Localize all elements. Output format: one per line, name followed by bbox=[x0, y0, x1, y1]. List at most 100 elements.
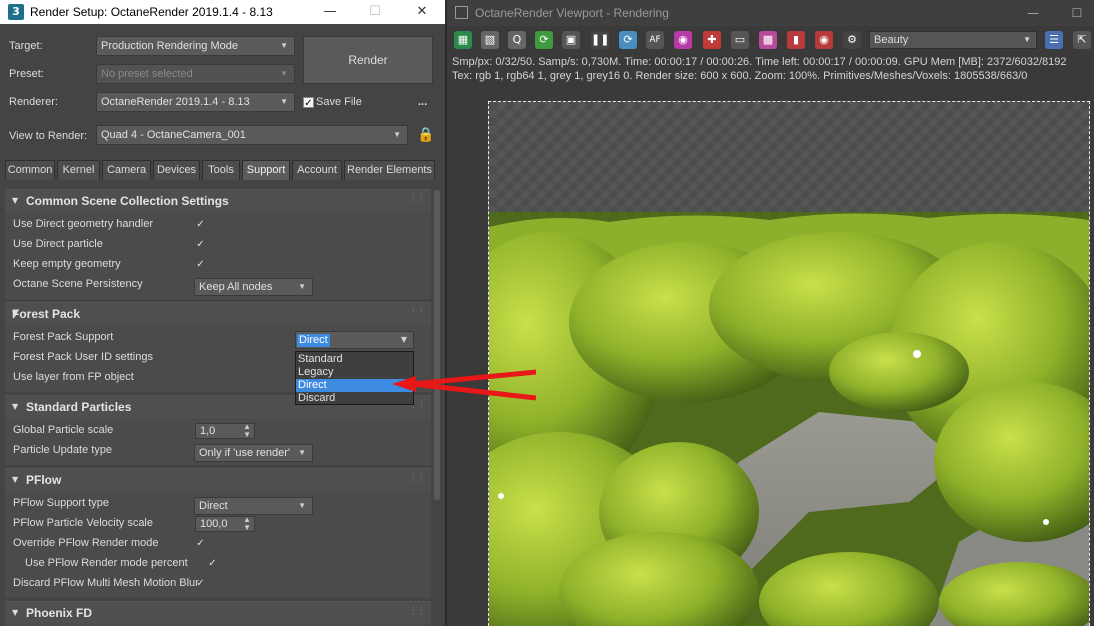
scene-persistency-dropdown[interactable]: Keep All nodes ▼ bbox=[194, 278, 313, 296]
save-file-label: Save File bbox=[316, 96, 362, 108]
phoenix-fd-section: ▼ Phoenix FD ⋮⋮ bbox=[5, 601, 431, 626]
use-direct-geometry-checkbox[interactable]: ✓ bbox=[195, 219, 206, 230]
pflow-support-type-value: Direct bbox=[199, 500, 228, 512]
camera-icon[interactable]: ▦ bbox=[454, 31, 472, 49]
pflow-render-percent-checkbox[interactable]: ✓ bbox=[207, 558, 218, 569]
collapse-triangle-icon: ▼ bbox=[12, 608, 19, 617]
panel-scrollbar[interactable] bbox=[434, 190, 440, 500]
viewport-title: OctaneRender Viewport - Rendering bbox=[475, 6, 669, 20]
window-icon bbox=[455, 6, 468, 19]
target-dropdown[interactable]: Production Rendering Mode ▼ bbox=[96, 36, 295, 56]
chevron-down-icon: ▼ bbox=[400, 335, 407, 344]
render-stats-line-2: Tex: rgb 1, rgb64 1, grey 1, grey16 0. R… bbox=[452, 70, 1028, 82]
lock-icon[interactable]: ▣ bbox=[562, 31, 580, 49]
global-particle-scale-label: Global Particle scale bbox=[13, 424, 114, 436]
material-icon[interactable]: ▩ bbox=[759, 31, 777, 49]
preset-value: No preset selected bbox=[101, 68, 193, 80]
expand-icon[interactable]: ⇱ bbox=[1073, 31, 1091, 49]
drag-grip-icon[interactable]: ⋮⋮ bbox=[409, 307, 426, 317]
override-pflow-render-checkbox[interactable]: ✓ bbox=[195, 538, 206, 549]
minimize-icon[interactable]: — bbox=[1019, 3, 1047, 23]
af-icon[interactable]: AF bbox=[646, 31, 664, 49]
render-viewport[interactable] bbox=[488, 101, 1090, 626]
renderer-label: Renderer: bbox=[9, 96, 58, 108]
settings-icon[interactable]: ⚙ bbox=[843, 31, 861, 49]
tab-camera[interactable]: Camera bbox=[102, 160, 151, 180]
drag-grip-icon[interactable]: ⋮⋮ bbox=[409, 194, 426, 204]
forest-pack-header[interactable]: ▼ Forest Pack ⋮⋮ bbox=[5, 303, 431, 325]
pflow-velocity-scale-label: PFlow Particle Velocity scale bbox=[13, 517, 153, 529]
pflow-support-type-label: PFlow Support type bbox=[13, 497, 109, 509]
3dsmax-app-icon: 3 bbox=[8, 4, 24, 20]
render-pass-dropdown[interactable]: Beauty ▼ bbox=[869, 31, 1037, 49]
tab-common[interactable]: Common bbox=[5, 160, 55, 180]
render-setup-window: 3 Render Setup: OctaneRender 2019.1.4 - … bbox=[0, 0, 445, 626]
spinner-arrows-icon[interactable]: ▲ ▼ bbox=[243, 516, 251, 532]
forest-pack-support-label: Forest Pack Support bbox=[13, 331, 114, 343]
render-image bbox=[489, 212, 1089, 626]
refresh-icon[interactable]: ⟳ bbox=[619, 31, 637, 49]
maximize-icon[interactable]: ☐ bbox=[1063, 3, 1091, 23]
annotation-arrow bbox=[392, 369, 537, 401]
common-scene-header[interactable]: ▼ Common Scene Collection Settings ⋮⋮ bbox=[5, 190, 431, 212]
collapse-triangle-icon: ▼ bbox=[12, 402, 19, 411]
minimize-icon[interactable]: — bbox=[313, 0, 347, 24]
render-layer-icon[interactable]: ▮ bbox=[787, 31, 805, 49]
more-options-button[interactable]: ... bbox=[418, 96, 427, 108]
maximize-icon[interactable]: ☐ bbox=[358, 0, 392, 24]
pflow-header[interactable]: ▼ PFlow ⋮⋮ bbox=[5, 469, 431, 491]
tab-tools[interactable]: Tools bbox=[202, 160, 240, 180]
phoenix-fd-header[interactable]: ▼ Phoenix FD ⋮⋮ bbox=[5, 602, 431, 624]
view-to-render-dropdown[interactable]: Quad 4 - OctaneCamera_001 ▼ bbox=[96, 125, 408, 145]
scene-persistency-label: Octane Scene Persistency bbox=[13, 278, 143, 290]
tab-render-elements[interactable]: Render Elements bbox=[344, 160, 435, 180]
close-icon[interactable]: ✕ bbox=[405, 0, 439, 24]
view-to-render-label: View to Render: bbox=[9, 130, 88, 142]
forest-pack-title: Forest Pack bbox=[12, 307, 81, 321]
preset-dropdown[interactable]: No preset selected ▼ bbox=[96, 64, 295, 84]
monitor-icon[interactable]: ▭ bbox=[731, 31, 749, 49]
zoom-region-icon[interactable]: Q bbox=[508, 31, 526, 49]
renderer-value: OctaneRender 2019.1.4 - 8.13 bbox=[101, 96, 250, 108]
save-image-icon[interactable]: ▧ bbox=[481, 31, 499, 49]
pause-icon[interactable]: ❚❚ bbox=[591, 31, 609, 49]
forest-pack-support-dropdown[interactable]: Direct ▼ bbox=[295, 331, 414, 349]
film-icon[interactable]: ◉ bbox=[815, 31, 833, 49]
drag-grip-icon[interactable]: ⋮⋮ bbox=[409, 473, 426, 483]
renderer-dropdown[interactable]: OctaneRender 2019.1.4 - 8.13 ▼ bbox=[96, 92, 295, 112]
tab-support[interactable]: Support bbox=[242, 160, 290, 180]
save-file-checkbox[interactable]: ✓ bbox=[303, 97, 314, 109]
use-direct-particle-checkbox[interactable]: ✓ bbox=[195, 239, 206, 250]
viewport-toolbar: ▦ ▧ Q ⟳ ▣ ❚❚ ⟳ AF ◉ ✚ ▭ ▩ ▮ ◉ ⚙ Beauty ▼… bbox=[447, 27, 1094, 53]
chevron-down-icon: ▼ bbox=[1023, 35, 1031, 44]
lock-icon[interactable]: 🔒 bbox=[417, 126, 434, 143]
render-setup-title: Render Setup: OctaneRender 2019.1.4 - 8.… bbox=[30, 5, 273, 19]
preset-label: Preset: bbox=[9, 68, 44, 80]
restart-icon[interactable]: ⟳ bbox=[535, 31, 553, 49]
region-icon[interactable]: ✚ bbox=[703, 31, 721, 49]
tab-devices[interactable]: Devices bbox=[153, 160, 200, 180]
chevron-down-icon: ▼ bbox=[280, 69, 288, 78]
common-scene-title: Common Scene Collection Settings bbox=[26, 194, 229, 208]
chevron-down-icon: ▼ bbox=[393, 130, 401, 139]
keep-empty-geometry-label: Keep empty geometry bbox=[13, 258, 121, 270]
discard-pflow-blur-checkbox[interactable]: ✓ bbox=[195, 578, 206, 589]
drag-grip-icon[interactable]: ⋮⋮ bbox=[409, 606, 426, 616]
list-view-icon[interactable]: ☰ bbox=[1045, 31, 1063, 49]
standard-particles-title: Standard Particles bbox=[26, 400, 132, 414]
discard-pflow-blur-label: Discard PFlow Multi Mesh Motion Blur bbox=[13, 577, 199, 589]
color-wheel-icon[interactable]: ◉ bbox=[674, 31, 692, 49]
spinner-arrows-icon[interactable]: ▲ ▼ bbox=[243, 423, 251, 439]
octane-viewport-window: OctaneRender Viewport - Rendering — ☐ ▦ … bbox=[447, 0, 1094, 626]
global-particle-scale-spinner[interactable]: 1,0 ▲ ▼ bbox=[195, 423, 255, 439]
render-button[interactable]: Render bbox=[303, 36, 433, 84]
forest-pack-support-value: Direct bbox=[297, 334, 330, 347]
tab-account[interactable]: Account bbox=[292, 160, 342, 180]
particle-update-type-dropdown[interactable]: Only if 'use render' ▼ bbox=[194, 444, 313, 462]
render-stats-line-1: Smp/px: 0/32/50. Samp/s: 0,730M. Time: 0… bbox=[452, 56, 1067, 68]
target-value: Production Rendering Mode bbox=[101, 40, 238, 52]
keep-empty-geometry-checkbox[interactable]: ✓ bbox=[195, 259, 206, 270]
tab-kernel[interactable]: Kernel bbox=[57, 160, 100, 180]
pflow-support-type-dropdown[interactable]: Direct ▼ bbox=[194, 497, 313, 515]
pflow-velocity-scale-spinner[interactable]: 100,0 ▲ ▼ bbox=[195, 516, 255, 532]
